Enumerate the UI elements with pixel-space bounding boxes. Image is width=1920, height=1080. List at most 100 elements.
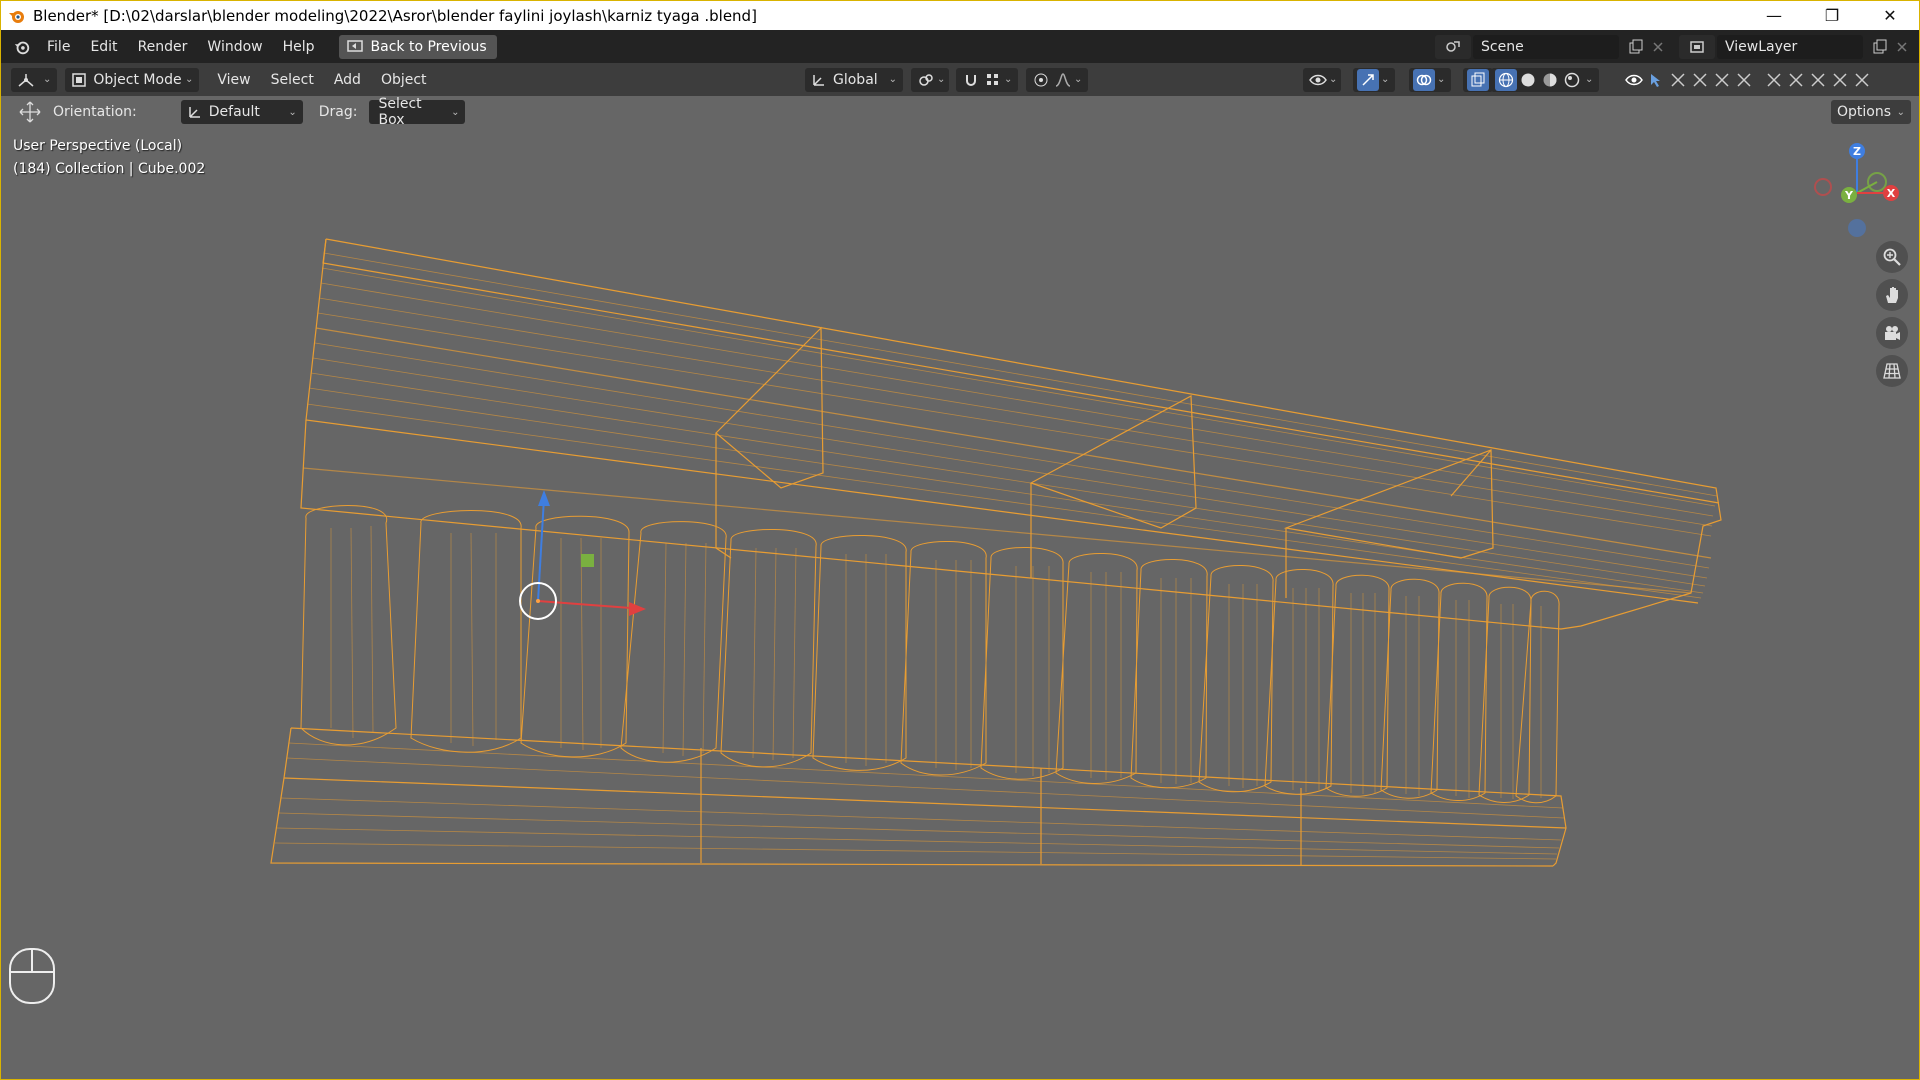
minimize-button[interactable]: — <box>1745 1 1803 30</box>
menu-select[interactable]: Select <box>261 72 324 88</box>
transform-gizmo[interactable] <box>519 490 646 620</box>
viewport-canvas[interactable] <box>1 128 1919 1079</box>
xray-toggle[interactable] <box>1463 67 1493 92</box>
new-scene-icon[interactable] <box>1625 36 1647 58</box>
maximize-button[interactable]: ❐ <box>1803 1 1861 30</box>
mouse-icon <box>9 948 55 1004</box>
disabled-filter-icon[interactable] <box>1733 69 1755 91</box>
proportional-edit-icon[interactable] <box>1030 69 1052 91</box>
pivot-icon <box>915 69 937 91</box>
move-icon <box>19 101 41 123</box>
options-dropdown[interactable]: Options ⌄ <box>1831 100 1911 124</box>
hand-icon <box>1886 287 1898 303</box>
overlay-toggle-group: ⌄ <box>1409 67 1452 92</box>
chevron-down-icon: ⌄ <box>43 74 52 85</box>
disabled-filter-icon[interactable] <box>1689 69 1711 91</box>
delete-scene-icon[interactable] <box>1647 36 1669 58</box>
new-viewlayer-icon[interactable] <box>1869 36 1891 58</box>
menu-edit[interactable]: Edit <box>80 34 127 60</box>
camera-icon <box>1885 326 1900 340</box>
scene-name-field[interactable]: Scene <box>1473 34 1619 59</box>
perspective-toggle-button[interactable] <box>1876 355 1908 387</box>
screen-icon <box>346 39 363 52</box>
scene-browse-button[interactable] <box>1435 34 1471 59</box>
x-axis-arrow <box>629 602 646 616</box>
snap-toggle-icon[interactable] <box>960 69 982 91</box>
menu-file[interactable]: File <box>37 34 80 60</box>
menu-window[interactable]: Window <box>197 34 272 60</box>
scene-name: Scene <box>1481 38 1524 55</box>
zoom-icon <box>1883 248 1901 266</box>
disabled-filter-icon[interactable] <box>1763 69 1785 91</box>
base-lines <box>274 742 1565 860</box>
menu-view[interactable]: View <box>207 72 260 88</box>
snap-increment-icon[interactable] <box>982 69 1004 91</box>
chevron-down-icon: ⌄ <box>937 74 946 85</box>
blender-window: Blender* [D:\02\darslar\blender modeling… <box>0 0 1920 1080</box>
camera-view-button[interactable] <box>1876 317 1908 349</box>
wireframe-shading-icon[interactable] <box>1495 68 1517 91</box>
pan-button[interactable] <box>1876 279 1908 311</box>
orientation-value: Default <box>208 104 260 120</box>
slab-lines <box>306 252 1718 599</box>
back-button-label: Back to Previous <box>370 38 487 55</box>
chevron-down-icon: ⌄ <box>1381 74 1390 85</box>
overlay-icon[interactable] <box>1413 68 1435 91</box>
menu-object[interactable]: Object <box>371 72 437 88</box>
delete-viewlayer-icon[interactable] <box>1891 36 1913 58</box>
blender-menu-button[interactable] <box>7 34 37 60</box>
gizmo-toggle-group: ⌄ <box>1353 67 1396 92</box>
tool-settings-bar: Orientation: Default ⌄ Drag: Select Box … <box>1 96 1919 128</box>
shading-mode-group: ⌄ <box>1491 67 1600 92</box>
close-button[interactable]: ✕ <box>1861 1 1919 30</box>
chevron-down-icon: ⌄ <box>1329 74 1338 85</box>
rendered-shading-icon[interactable] <box>1561 69 1583 91</box>
chevron-down-icon: ⌄ <box>288 106 297 118</box>
mouse-status-indicator <box>7 946 57 1010</box>
pivot-point-dropdown[interactable]: ⌄ <box>911 67 950 92</box>
xray-icon <box>1467 68 1489 91</box>
drag-value: Select Box <box>378 96 422 128</box>
disabled-filter-icon[interactable] <box>1785 69 1807 91</box>
disabled-filter-icon[interactable] <box>1807 69 1829 91</box>
disabled-filter-icon[interactable] <box>1829 69 1851 91</box>
orientation-icon <box>813 74 824 86</box>
viewlayer-name: ViewLayer <box>1725 38 1798 55</box>
options-label: Options <box>1837 104 1892 120</box>
disabled-filter-icon[interactable] <box>1851 69 1873 91</box>
viewlayer-name-field[interactable]: ViewLayer <box>1717 34 1863 59</box>
menu-help[interactable]: Help <box>273 34 325 60</box>
material-shading-icon[interactable] <box>1539 69 1561 91</box>
visibility-dropdown[interactable]: ⌄ <box>1303 67 1342 92</box>
gizmo-icon[interactable] <box>1357 68 1379 91</box>
chevron-down-icon: ⌄ <box>1074 74 1083 85</box>
menu-render[interactable]: Render <box>128 34 198 60</box>
disabled-filter-icon[interactable] <box>1667 69 1689 91</box>
scene-icon <box>1446 40 1460 52</box>
back-to-previous-button[interactable]: Back to Previous <box>338 34 497 59</box>
blender-logo-icon <box>14 41 30 54</box>
object-mode-dropdown[interactable]: Object Mode ⌄ <box>65 67 200 92</box>
navigation-gizmo[interactable]: Z Y X <box>1801 137 1911 247</box>
object-mode-label: Object Mode <box>93 71 182 88</box>
zoom-button[interactable] <box>1876 241 1908 273</box>
eye-icon[interactable] <box>1623 69 1645 91</box>
menu-add[interactable]: Add <box>324 72 371 88</box>
dentil-row[interactable] <box>300 505 1560 804</box>
drag-dropdown[interactable]: Select Box ⌄ <box>369 96 466 128</box>
orientation-dropdown[interactable]: Default ⌄ <box>180 100 303 124</box>
z-axis-label: Z <box>1853 145 1861 158</box>
solid-shading-icon[interactable] <box>1517 69 1539 91</box>
transform-orientation-dropdown[interactable]: Global ⌄ <box>805 67 903 92</box>
select-arrow-icon[interactable] <box>1645 69 1667 91</box>
title-bar: Blender* [D:\02\darslar\blender modeling… <box>1 1 1919 30</box>
editor-type-dropdown[interactable]: ⌄ <box>11 67 58 92</box>
wireframe-cornice-model[interactable] <box>270 238 1722 867</box>
disabled-filter-icon[interactable] <box>1711 69 1733 91</box>
viewlayer-browse-button[interactable] <box>1679 34 1715 59</box>
top-menu-bar: File Edit Render Window Help Back to Pre… <box>1 30 1919 63</box>
eye-filter-icon <box>1307 69 1329 91</box>
falloff-curve-icon[interactable] <box>1052 69 1074 91</box>
viewlayer-icon <box>1690 40 1704 53</box>
x-axis-label: X <box>1887 187 1896 200</box>
